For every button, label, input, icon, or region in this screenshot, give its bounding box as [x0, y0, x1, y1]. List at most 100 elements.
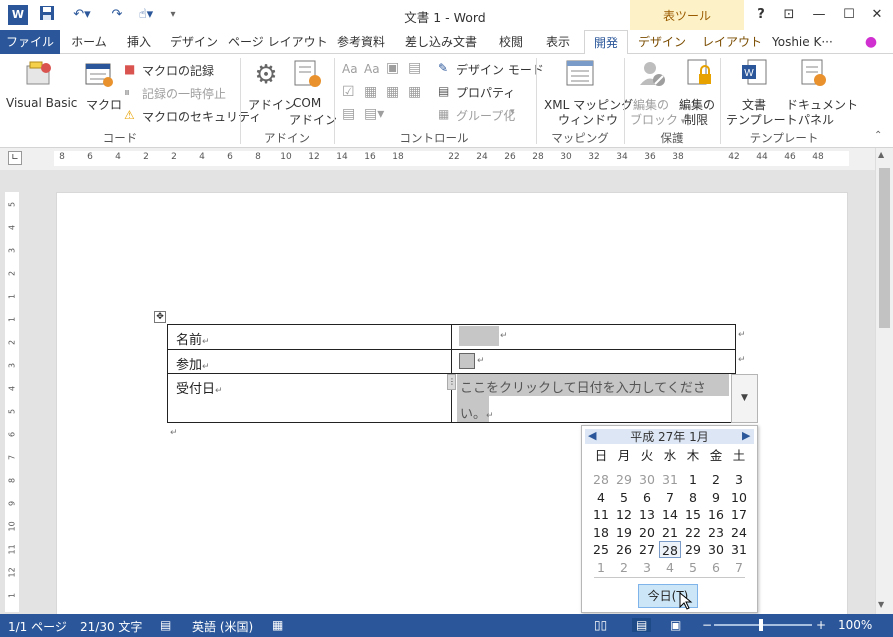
user-account-name[interactable]: Yoshie K···	[772, 30, 856, 54]
calendar-day[interactable]: 18	[590, 524, 612, 541]
date-dropdown-arrow-button[interactable]: ▼	[731, 374, 758, 423]
date-placeholder-text-line2[interactable]: い。↵	[460, 403, 494, 422]
tab-design[interactable]: デザイン	[166, 30, 222, 54]
calendar-day[interactable]: 6	[636, 489, 658, 506]
calendar-day[interactable]: 21	[659, 524, 681, 541]
date-picker-control-icon[interactable]: ▦	[408, 84, 421, 100]
calendar-day[interactable]: 7	[728, 559, 750, 576]
scroll-up-icon[interactable]: ▲	[878, 150, 884, 159]
calendar-day[interactable]: 12	[613, 506, 635, 523]
calendar-day[interactable]: 31	[728, 541, 750, 558]
touch-mode-icon[interactable]: ☝▾	[132, 5, 160, 25]
table-cell-label-date[interactable]: 受付日↵	[167, 373, 452, 423]
zoom-slider-track[interactable]	[714, 624, 812, 626]
tab-review[interactable]: 校閲	[490, 30, 532, 54]
redo-icon[interactable]: ↷	[106, 5, 128, 25]
zoom-in-button[interactable]: +	[816, 618, 826, 632]
calendar-day[interactable]: 2	[613, 559, 635, 576]
calendar-day[interactable]: 8	[682, 489, 704, 506]
calendar-day[interactable]: 1	[682, 471, 704, 488]
calendar-day[interactable]: 7	[659, 489, 681, 506]
table-cell-attend-input[interactable]: ↵	[451, 349, 736, 374]
table-cell-name-input[interactable]: ↵	[451, 324, 736, 350]
calendar-day[interactable]: 3	[636, 559, 658, 576]
calendar-day[interactable]: 9	[705, 489, 727, 506]
com-addins-button[interactable]: COM	[293, 96, 321, 110]
calendar-day[interactable]: 27	[636, 541, 658, 558]
table-cell-label-name[interactable]: 名前↵	[167, 324, 452, 350]
pause-recording-button[interactable]: 記録の一時停止	[142, 85, 226, 102]
attend-checkbox-control[interactable]	[459, 353, 475, 369]
design-mode-button[interactable]: デザイン モード	[456, 61, 544, 78]
zoom-out-button[interactable]: −	[702, 618, 712, 632]
print-layout-icon[interactable]: ▤	[632, 618, 652, 632]
calendar-day[interactable]: 6	[705, 559, 727, 576]
read-mode-icon[interactable]: ▯▯	[594, 618, 607, 632]
legacy-tools-icon[interactable]: ▤▾	[364, 106, 384, 122]
calendar-day[interactable]: 28	[590, 471, 612, 488]
calendar-day[interactable]: 31	[659, 471, 681, 488]
calendar-day[interactable]: 30	[636, 471, 658, 488]
collapse-ribbon-icon[interactable]: ⌃	[874, 130, 882, 141]
tab-developer[interactable]: 開発	[584, 30, 628, 55]
calendar-day[interactable]: 10	[728, 489, 750, 506]
visual-basic-button[interactable]: Visual Basic	[6, 96, 77, 110]
close-button[interactable]: ✕	[864, 4, 890, 26]
word-count[interactable]: 21/30 文字	[80, 618, 142, 635]
calendar-day[interactable]: 16	[705, 506, 727, 523]
calendar-day[interactable]: 28	[659, 541, 681, 558]
tab-file[interactable]: ファイル	[0, 30, 60, 54]
calendar-day[interactable]: 20	[636, 524, 658, 541]
tab-table-layout[interactable]: レイアウト	[700, 30, 764, 54]
customize-qat-icon[interactable]: ▾	[166, 5, 180, 25]
macro-recording-icon[interactable]: ▦	[272, 618, 283, 632]
content-control-handle-icon[interactable]: ⋮	[447, 374, 456, 390]
tab-table-design[interactable]: デザイン	[634, 30, 690, 54]
building-block-control-icon[interactable]: ▤	[408, 60, 421, 76]
calendar-day[interactable]: 13	[636, 506, 658, 523]
scroll-down-icon[interactable]: ▼	[878, 600, 884, 609]
calendar-day[interactable]: 5	[613, 489, 635, 506]
word-app-icon[interactable]: W	[8, 5, 28, 25]
group-button[interactable]: グループ化	[456, 107, 515, 124]
date-placeholder-text[interactable]: ここをクリックして日付を入力してくださ	[460, 377, 730, 396]
user-avatar-icon[interactable]: ●	[856, 30, 886, 54]
horizontal-ruler[interactable]: 8 6 4 2 2 4 6 8 10 12 14 16 18 22 24 26 28 30 32 34 36 38 42 44…	[54, 151, 849, 166]
calendar-day[interactable]: 24	[728, 524, 750, 541]
calendar-day[interactable]: 4	[590, 489, 612, 506]
tab-home[interactable]: ホーム	[66, 30, 112, 54]
tab-mailings[interactable]: 差し込み文書	[398, 30, 484, 54]
macros-button[interactable]: マクロ	[86, 96, 122, 113]
calendar-day[interactable]: 11	[590, 506, 612, 523]
scrollbar-thumb[interactable]	[879, 168, 890, 328]
record-macro-button[interactable]: マクロの記録	[142, 62, 214, 79]
calendar-day[interactable]: 29	[682, 541, 704, 558]
tab-insert[interactable]: 挿入	[118, 30, 160, 54]
dropdown-control-icon[interactable]: ▦	[386, 84, 399, 100]
calendar-day[interactable]: 5	[682, 559, 704, 576]
undo-icon[interactable]: ↶▾	[68, 5, 96, 25]
calendar-month-title[interactable]: 平成 27年 1月	[582, 428, 757, 445]
checkbox-control-icon[interactable]: ☑	[342, 84, 355, 100]
name-text-content-control[interactable]	[459, 326, 499, 346]
repeating-section-control-icon[interactable]: ▤	[342, 106, 355, 122]
calendar-day[interactable]: 30	[705, 541, 727, 558]
rich-text-control-icon[interactable]: Aa	[342, 62, 358, 76]
calendar-day[interactable]: 26	[613, 541, 635, 558]
proofing-icon[interactable]: ▤	[160, 618, 171, 632]
calendar-day[interactable]: 29	[613, 471, 635, 488]
calendar-day[interactable]: 14	[659, 506, 681, 523]
properties-button[interactable]: プロパティ	[456, 84, 515, 101]
macro-security-button[interactable]: マクロのセキュリティ	[142, 108, 261, 125]
calendar-day[interactable]: 4	[659, 559, 681, 576]
ribbon-display-options-button[interactable]: ⊡	[776, 4, 802, 26]
page-count[interactable]: 1/1 ページ	[8, 618, 67, 635]
web-layout-icon[interactable]: ▣	[670, 618, 681, 632]
tab-page-layout[interactable]: ページ レイアウト	[228, 30, 328, 54]
save-icon[interactable]	[36, 5, 58, 25]
calendar-day[interactable]: 15	[682, 506, 704, 523]
group-dropdown-icon[interactable]: ▾	[510, 107, 515, 117]
maximize-button[interactable]: ☐	[836, 4, 862, 26]
minimize-button[interactable]: —	[806, 4, 832, 26]
calendar-day[interactable]: 2	[705, 471, 727, 488]
